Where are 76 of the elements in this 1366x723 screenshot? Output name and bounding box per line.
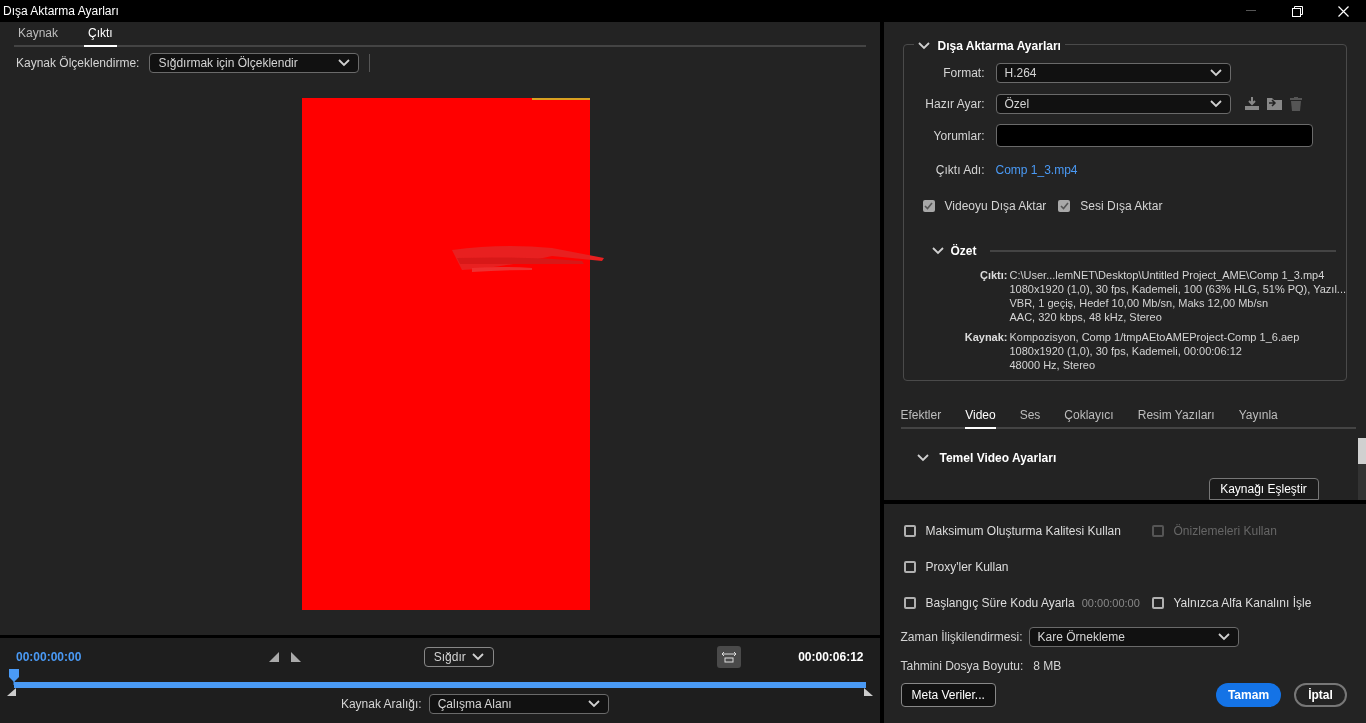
tab[interactable]: Çıktı bbox=[84, 24, 117, 47]
scaling-dropdown[interactable]: Sığdırmak için Ölçeklendir bbox=[149, 53, 360, 73]
chevron-icon bbox=[471, 653, 484, 661]
chevron-icon bbox=[587, 700, 600, 708]
checkbox[interactable] bbox=[903, 525, 916, 537]
scrollbar[interactable] bbox=[1358, 438, 1366, 500]
output-name-link[interactable]: Comp 1_3.mp4 bbox=[995, 161, 1078, 179]
download-icon[interactable] bbox=[1244, 97, 1259, 111]
collapse-icon[interactable] bbox=[916, 454, 929, 462]
checkbox[interactable] bbox=[903, 597, 916, 609]
field-label: Yorumlar: bbox=[932, 127, 985, 145]
comments-field[interactable] bbox=[995, 124, 1313, 147]
checkbox[interactable] bbox=[922, 200, 935, 212]
summary-label: Kaynak: bbox=[963, 330, 1009, 345]
playhead[interactable] bbox=[9, 669, 19, 685]
duration-timecode: 00:00:06:12 bbox=[797, 649, 864, 666]
folder-icon[interactable] bbox=[1266, 97, 1282, 111]
tab[interactable]: Ses bbox=[1019, 406, 1041, 429]
source-range-dropdown[interactable]: Çalışma Alanı bbox=[428, 694, 609, 714]
chevron-icon bbox=[1217, 633, 1230, 641]
mark-out-icon[interactable] bbox=[290, 652, 301, 662]
checkbox[interactable] bbox=[1058, 200, 1071, 212]
in-point-icon[interactable] bbox=[7, 688, 16, 696]
match-source-button[interactable]: Kaynağı Eşleştir bbox=[1208, 478, 1319, 500]
chevron-icon bbox=[1209, 100, 1222, 108]
checkbox-label[interactable]: Maksimum Oluşturma Kalitesi Kullan bbox=[925, 522, 1121, 540]
field-label: Kaynak Ölçeklendirme: bbox=[16, 55, 140, 72]
summary-text: AAC, 320 kbps, 48 kHz, Stereo bbox=[1009, 310, 1163, 324]
tab[interactable]: Video bbox=[965, 406, 996, 429]
summary-text: C:\User...lemNET\Desktop\Untitled Project_AME\Comp 1_3.mp4 bbox=[1009, 268, 1326, 282]
section-title: Temel Video Ayarları bbox=[939, 450, 1057, 467]
checkbox-label[interactable]: Başlangıç Süre Kodu Ayarla bbox=[925, 594, 1075, 612]
checkbox-label[interactable]: Videoyu Dışa Aktar bbox=[944, 197, 1047, 215]
chevron-icon bbox=[338, 59, 351, 67]
zoom-dropdown[interactable]: Sığdır bbox=[423, 647, 494, 667]
field-label: Tahmini Dosya Boyutu: bbox=[900, 658, 1024, 675]
time-interpolation-dropdown[interactable]: Kare Örnekleme bbox=[1028, 627, 1239, 647]
preset-dropdown[interactable]: Özel bbox=[995, 94, 1231, 114]
file-size-text: 8 MB bbox=[1033, 658, 1062, 675]
tab[interactable]: Resim Yazıları bbox=[1137, 406, 1215, 429]
ok-button[interactable]: Tamam bbox=[1216, 683, 1281, 707]
mark-in-icon[interactable] bbox=[268, 652, 279, 662]
checkbox-label[interactable]: Yalnızca Alfa Kanalını İşle bbox=[1173, 594, 1312, 612]
checkbox[interactable] bbox=[903, 561, 916, 573]
cancel-button[interactable]: İptal bbox=[1294, 683, 1347, 707]
field-label: Format: bbox=[942, 65, 985, 82]
window-title: Dışa Aktarma Ayarları bbox=[2, 3, 119, 20]
tab[interactable]: Kaynak bbox=[14, 24, 63, 47]
summary-text: VBR, 1 geçiş, Hedef 10,00 Mb/sn, Maks 12,00 Mb/sn bbox=[1009, 296, 1270, 310]
summary-text: 1080x1920 (1,0), 30 fps, Kademeli, 00:00:06:12 bbox=[1009, 344, 1243, 358]
tab[interactable]: Yayınla bbox=[1238, 406, 1278, 429]
tab[interactable]: Çoklayıcı bbox=[1064, 406, 1114, 429]
collapse-icon[interactable] bbox=[917, 42, 930, 50]
out-point-icon[interactable] bbox=[863, 688, 873, 696]
field-label: Çıktı Adı: bbox=[934, 162, 985, 179]
tab[interactable]: Efektler bbox=[900, 406, 942, 429]
timecode-text: 00:00:00:00 bbox=[1081, 595, 1140, 611]
field-label: Kaynak Aralığı: bbox=[340, 696, 422, 713]
summary-text: 48000 Hz, Stereo bbox=[1009, 358, 1097, 372]
format-dropdown[interactable]: H.264 bbox=[995, 63, 1231, 83]
checkbox-label[interactable]: Sesi Dışa Aktar bbox=[1080, 197, 1163, 215]
current-timecode: 00:00:00:00 bbox=[16, 649, 83, 666]
summary-text: Kompozisyon, Comp 1/tmpAEtoAMEProject-Comp 1_6.aep bbox=[1009, 330, 1300, 344]
checkbox-label: Önizlemeleri Kullan bbox=[1173, 523, 1277, 540]
chevron-icon bbox=[1209, 69, 1222, 77]
section-title: Dışa Aktarma Ayarları bbox=[937, 38, 1061, 55]
field-label: Zaman İlişkilendirmesi: bbox=[900, 629, 1023, 646]
summary-label: Çıktı: bbox=[979, 268, 1009, 283]
collapse-icon[interactable] bbox=[931, 247, 944, 255]
field-label: Hazır Ayar: bbox=[924, 96, 985, 113]
section-title: Özet bbox=[950, 243, 977, 260]
fit-icon[interactable] bbox=[716, 646, 741, 668]
checkbox-label[interactable]: Proxy'ler Kullan bbox=[925, 558, 1009, 576]
checkbox[interactable] bbox=[1151, 597, 1164, 609]
summary-text: 1080x1920 (1,0), 30 fps, Kademeli, 100 (63% HLG, 51% PQ), Yazıl... bbox=[1009, 282, 1346, 296]
metadata-button[interactable]: Meta Veriler... bbox=[900, 683, 996, 707]
